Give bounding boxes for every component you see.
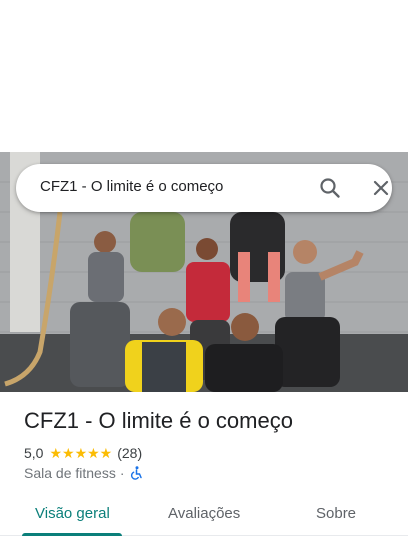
star-rating-icon: ★★★★★ [49,444,113,461]
place-category: Sala de fitness [24,465,116,481]
tab-overview[interactable]: Visão geral [35,505,110,522]
category-row: Sala de fitness · [24,465,143,481]
map-blank-area [0,0,408,152]
search-bar[interactable]: CFZ1 - O limite é o começo [16,164,392,212]
tab-about[interactable]: Sobre [316,505,356,522]
tab-bar: Visão geral Avaliações Sobre [0,496,408,536]
place-title: CFZ1 - O limite é o começo [24,408,293,433]
review-count[interactable]: (28) [117,445,142,461]
separator-dot: · [119,465,125,481]
active-tab-indicator [22,533,122,536]
rating-value: 5,0 [24,445,44,461]
search-icon[interactable] [318,176,342,200]
search-input[interactable]: CFZ1 - O limite é o começo [40,178,223,195]
rating-row[interactable]: 5,0 ★★★★★ (28) [24,444,142,462]
tab-reviews[interactable]: Avaliações [168,505,240,522]
wheelchair-accessible-icon[interactable] [129,466,143,480]
close-icon[interactable] [369,176,393,200]
